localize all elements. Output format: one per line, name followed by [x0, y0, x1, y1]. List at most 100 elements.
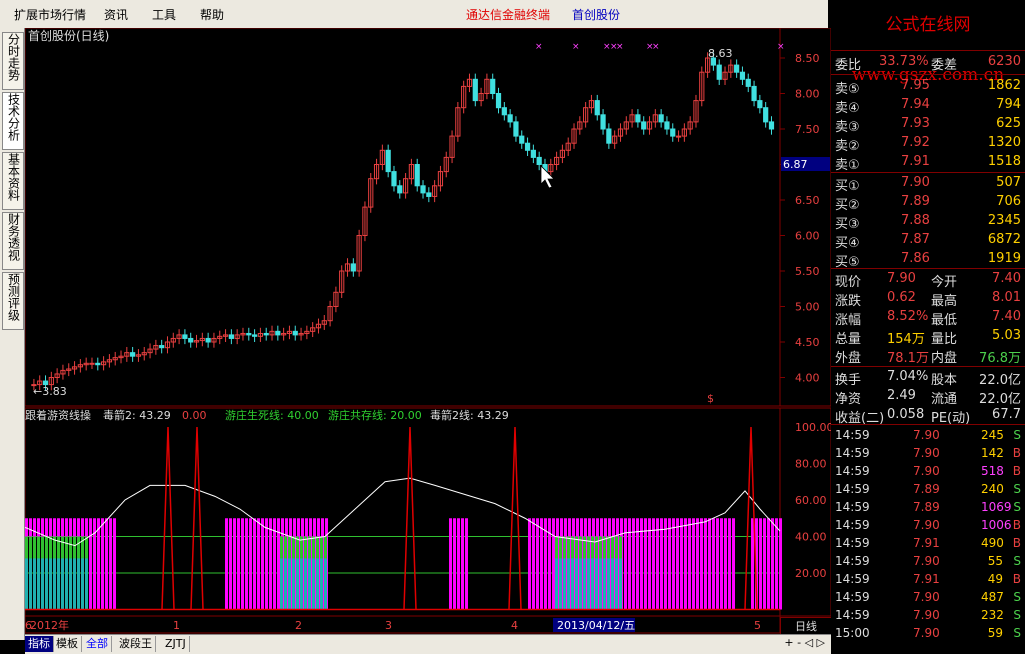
btab-zjtj[interactable]: ZJTJ [162, 636, 190, 652]
divider [831, 366, 1025, 367]
tick-row: 15:00 7.90 59 S [831, 625, 1025, 643]
time-label: 2013/04/12/五 [557, 619, 635, 632]
menu-item-news[interactable]: 资讯 [104, 6, 128, 23]
candle-body [391, 171, 397, 187]
price-tick-label: 4.50 [795, 336, 820, 349]
indicator-bar-green [563, 536, 566, 559]
candle-body [426, 192, 432, 197]
zoom-controls[interactable]: + - ◁ ▷ [784, 636, 825, 649]
indicator-bar [648, 518, 651, 610]
stat-row: 总量 154万 量比 5.03 [831, 327, 1025, 347]
candle-body [205, 337, 211, 343]
candle-body [472, 78, 478, 102]
weibi-row: 委比 33.73% 委差 6230 [831, 53, 1025, 73]
stat-label: 换手 [835, 373, 862, 388]
price-tick-label: 6.50 [795, 194, 820, 207]
order-volume: 794 [996, 97, 1021, 112]
order-price: 7.91 [901, 154, 930, 169]
indicator-tick-label: 80.00 [795, 458, 827, 471]
menu-item-help[interactable]: 帮助 [200, 6, 224, 23]
stat-label: 流通 [931, 392, 958, 407]
tick-time: 15:00 [835, 626, 870, 640]
stat-row: 外盘 78.1万 内盘 76.8万 [831, 346, 1025, 366]
indicator-bar [457, 518, 460, 610]
indicator-bar [229, 518, 232, 610]
price-tick-label: 7.50 [795, 123, 820, 136]
chart-panel[interactable]: 首创股份(日线) 8.508.007.507.006.506.005.505.0… [25, 28, 831, 640]
indicator-value-c: 游庄生死线: 40.00 [225, 408, 319, 422]
stat-label: 股本 [931, 373, 958, 388]
indicator-bar [680, 518, 683, 610]
indicator-bar-green [49, 536, 52, 559]
tick-row: 14:59 7.90 245 S [831, 427, 1025, 445]
order-volume: 625 [996, 116, 1021, 131]
price-tick-label: 8.50 [795, 52, 820, 65]
tick-volume: 487 [981, 590, 1004, 604]
tab-technical[interactable]: 技术分析 [2, 92, 24, 150]
order-volume: 6872 [987, 232, 1021, 247]
candle-body [420, 185, 426, 194]
indicator-bar-green [559, 536, 562, 559]
indicator-bar [105, 518, 108, 610]
period-button[interactable]: 日线 [780, 617, 832, 635]
indicator-bar [101, 518, 104, 610]
indicator-bar-green [73, 536, 76, 559]
indicator-bar [771, 518, 774, 610]
candle-body [513, 121, 519, 137]
weicha-label: 委差 [931, 58, 958, 73]
indicator-bar [652, 518, 655, 610]
indicator-bar [779, 518, 782, 610]
indicator-bar [249, 518, 252, 610]
menu-item-tools[interactable]: 工具 [152, 6, 176, 23]
dollar-mark: $ [707, 392, 714, 405]
indicator-bar [660, 518, 663, 610]
stat-row: 净资 2.49 流通 22.0亿 [831, 387, 1025, 407]
indicator-bar [532, 518, 535, 610]
bottom-tab-bar: 指标 模板 全部 波段王 ZJTJ + - ◁ ▷ [25, 634, 831, 654]
indicator-tick-label: 100.00 [795, 421, 831, 434]
indicator-bar-green [292, 536, 295, 559]
candle-body [251, 334, 258, 337]
order-volume: 1862 [987, 78, 1021, 93]
indicator-bar [676, 518, 679, 610]
tab-intraday-label: 分时走势 [6, 33, 21, 81]
btab-band-king[interactable]: 波段王 [116, 636, 156, 652]
tick-volume: 240 [981, 482, 1004, 496]
buy-row: 买④ 7.87 6872 [831, 231, 1025, 251]
tick-time: 14:59 [835, 482, 870, 496]
tab-financials[interactable]: 财务透视 [2, 212, 24, 270]
candle-body [768, 121, 775, 130]
btab-all[interactable]: 全部 [83, 636, 112, 652]
buy-row: 买② 7.89 706 [831, 193, 1025, 213]
candle-body [188, 337, 194, 343]
tick-time: 14:59 [835, 608, 870, 622]
candle-body [658, 114, 664, 123]
order-label: 买③ [835, 217, 860, 232]
indicator-bar-green [619, 536, 622, 559]
menu-item-extended-market[interactable]: 扩展市场行情 [14, 6, 86, 23]
indicator-bar-green [591, 536, 594, 559]
btab-template[interactable]: 模板 [53, 636, 82, 652]
buy-row: 买① 7.90 507 [831, 174, 1025, 194]
tick-price: 7.90 [913, 626, 940, 640]
indicator-bar [237, 518, 240, 610]
order-label: 卖⑤ [835, 82, 860, 97]
indicator-bar-green [324, 536, 327, 559]
tab-technical-label: 技术分析 [6, 93, 21, 141]
tab-fundamentals[interactable]: 基本资料 [2, 152, 24, 210]
tab-forecast[interactable]: 预测评级 [2, 272, 24, 330]
indicator-bar [89, 518, 92, 610]
tick-price: 7.90 [913, 446, 940, 460]
indicator-bar [684, 518, 687, 610]
candle-body [664, 121, 670, 130]
indicator-value-d: 游庄共存线: 20.00 [328, 408, 422, 422]
indicator-bar [668, 518, 671, 610]
stat-value: 76.8万 [979, 351, 1021, 366]
tab-intraday[interactable]: 分时走势 [2, 32, 24, 90]
tick-volume: 55 [987, 554, 1003, 568]
signal-marker: × [572, 42, 580, 52]
stat-label: 最低 [931, 313, 958, 328]
candle-body [397, 185, 403, 194]
btab-indicator[interactable]: 指标 [25, 636, 54, 652]
candle-body [501, 107, 507, 116]
